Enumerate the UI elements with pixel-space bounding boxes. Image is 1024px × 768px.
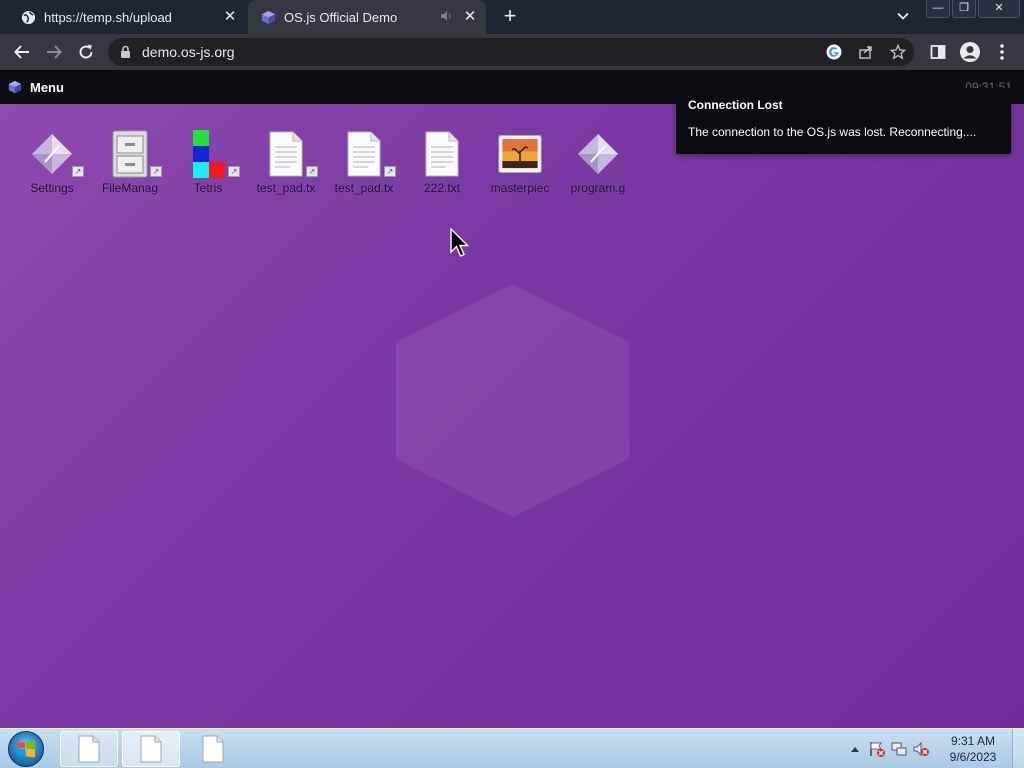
browser-tabstrip: https://temp.sh/upload ✕ OS.js Official … (0, 0, 1024, 34)
side-panel-icon[interactable] (926, 40, 950, 64)
desktop-icon-222-txt[interactable]: 222.txt (400, 126, 484, 202)
tetris-icon (186, 130, 230, 178)
chevron-down-icon[interactable] (896, 9, 912, 25)
browser-toolbar: demo.os-js.org (0, 34, 1024, 70)
file-manager-icon (108, 130, 152, 178)
show-desktop-button[interactable] (1012, 729, 1024, 768)
osjs-cube-icon (260, 9, 276, 25)
globe-icon (20, 9, 36, 25)
desktop-icon-test-pad-1[interactable]: ↗ test_pad.tx (244, 126, 328, 202)
action-center-flag-icon[interactable] (866, 739, 888, 759)
text-file-icon (264, 130, 308, 178)
taskbar-item[interactable] (60, 731, 118, 767)
clock-time: 9:31 AM (950, 734, 996, 748)
speaker-icon[interactable] (440, 10, 452, 25)
connection-lost-notification[interactable]: Connection Lost The connection to the OS… (676, 88, 1011, 154)
shortcut-arrow-icon: ↗ (228, 166, 240, 177)
image-file-icon (498, 130, 542, 178)
windows-taskbar: 9:31 AM 9/6/2023 (0, 728, 1024, 768)
restore-button[interactable]: ❐ (952, 0, 976, 18)
back-arrow-icon[interactable] (10, 40, 34, 64)
start-button[interactable] (8, 731, 44, 767)
taskbar-item[interactable] (122, 731, 180, 767)
program-icon (576, 130, 620, 178)
document-icon (202, 735, 224, 763)
clock-date: 9/6/2023 (949, 750, 997, 764)
tab-close-icon[interactable]: ✕ (222, 9, 238, 25)
osjs-desktop[interactable]: Menu 09:31:51 ↗ Settings ↗ FileManag ↗ T… (0, 70, 1024, 728)
profile-avatar-icon[interactable] (958, 40, 982, 64)
text-file-icon (342, 130, 386, 178)
osjs-logo-watermark (396, 284, 629, 517)
shortcut-arrow-icon: ↗ (384, 166, 396, 177)
windows-logo-icon (17, 740, 35, 758)
desktop-icon-label: test_pad.tx (256, 181, 316, 195)
desktop-icon-label: FileManag (101, 181, 159, 195)
tab-close-icon[interactable]: ✕ (462, 9, 478, 25)
address-bar[interactable]: demo.os-js.org (108, 38, 914, 66)
notification-message: The connection to the OS.js was lost. Re… (688, 125, 977, 139)
system-tray (844, 737, 932, 761)
reload-icon[interactable] (74, 40, 98, 64)
taskbar-item[interactable] (184, 731, 242, 767)
menu-label: Menu (30, 79, 64, 95)
tab-osjs-demo[interactable]: OS.js Official Demo ✕ (248, 0, 486, 34)
url-text: demo.os-js.org (142, 44, 235, 60)
desktop-icon-tetris[interactable]: ↗ Tetris (166, 126, 250, 202)
volume-muted-icon[interactable] (910, 739, 932, 759)
document-icon (140, 735, 162, 763)
tab-title: OS.js Official Demo (284, 9, 398, 25)
desktop-icon-test-pad-2[interactable]: ↗ test_pad.tx (322, 126, 406, 202)
google-icon[interactable] (826, 44, 842, 60)
desktop-icon-label: program.g (570, 181, 626, 195)
tab-temp-sh[interactable]: https://temp.sh/upload ✕ (0, 0, 246, 34)
desktop-icon-program[interactable]: program.g (556, 126, 640, 202)
desktop-icon-label: Settings (30, 181, 74, 195)
share-icon[interactable] (858, 44, 874, 60)
desktop-icon-label: 222.txt (423, 181, 461, 195)
mouse-cursor-icon (450, 228, 470, 257)
taskbar-clock[interactable]: 9:31 AM 9/6/2023 (944, 733, 1002, 765)
tab-title: https://temp.sh/upload (44, 9, 172, 25)
lock-icon[interactable] (120, 45, 131, 64)
desktop-icon-label: test_pad.tx (334, 181, 394, 195)
desktop-icon-label: masterpiec (490, 181, 550, 195)
document-icon (78, 735, 100, 763)
kebab-menu-icon[interactable] (990, 40, 1014, 64)
desktop-icon-label: Tetris (193, 181, 223, 195)
text-file-icon (420, 130, 464, 178)
desktop-icon-masterpiece[interactable]: masterpiec (478, 126, 562, 202)
osjs-cube-icon (8, 80, 22, 94)
show-hidden-icons-icon[interactable] (844, 739, 866, 759)
desktop-icon-file-manager[interactable]: ↗ FileManag (88, 126, 172, 202)
shortcut-arrow-icon: ↗ (306, 166, 318, 177)
notification-title: Connection Lost (688, 98, 783, 112)
forward-arrow-icon[interactable] (42, 40, 66, 64)
window-controls: — ❐ ✕ (924, 0, 1020, 20)
minimize-button[interactable]: — (926, 0, 950, 18)
settings-icon (30, 130, 74, 178)
menu-button[interactable]: Menu (8, 78, 64, 96)
shortcut-arrow-icon: ↗ (72, 166, 84, 177)
bookmark-star-icon[interactable] (890, 44, 906, 60)
new-tab-button[interactable]: + (498, 5, 522, 29)
network-icon[interactable] (888, 739, 910, 759)
close-window-button[interactable]: ✕ (978, 0, 1020, 18)
shortcut-arrow-icon: ↗ (150, 166, 162, 177)
desktop-icon-settings[interactable]: ↗ Settings (10, 126, 94, 202)
